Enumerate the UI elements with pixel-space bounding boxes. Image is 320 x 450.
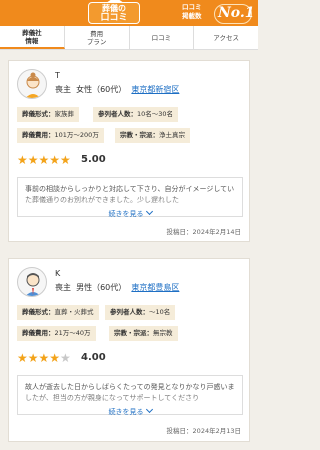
- reviewer-name: T: [55, 71, 60, 80]
- tag-value: 10名〜30名: [137, 110, 174, 118]
- reviewer-location-link[interactable]: 東京都新宿区: [131, 85, 179, 94]
- tag-value: 無宗教: [153, 329, 173, 337]
- avatar-male-icon: [17, 267, 47, 297]
- reviewer-gender-age: 女性（60代）: [76, 85, 127, 94]
- read-more-button[interactable]: 続きを見る: [9, 207, 251, 219]
- badge-line1: 口コミ: [182, 3, 202, 11]
- post-date: 投稿日：2024年2月14日: [166, 228, 241, 236]
- religion-tag: 宗教・宗派：浄土真宗: [115, 128, 190, 143]
- tag-value: 家族葬: [54, 110, 75, 118]
- tag-label: 宗教・宗派：: [114, 329, 153, 337]
- tag-label: 宗教・宗派：: [120, 131, 159, 139]
- logo-roof-icon: [106, 0, 124, 3]
- tag-label: 葬儀費用：: [22, 131, 55, 139]
- reviewer-role: 喪主: [55, 85, 71, 94]
- reviewer-meta: 喪主 男性（60代） 東京都豊島区: [55, 282, 179, 293]
- tag-value: 21万〜40万: [54, 329, 91, 337]
- tag-label: 葬儀形式：: [22, 110, 55, 118]
- star-icons-filled: ★★★★: [17, 351, 61, 365]
- logo-line1: 葬儀の: [102, 4, 126, 13]
- read-more-button[interactable]: 続きを見る: [9, 405, 251, 417]
- site-header: 葬儀の 口コミ 口コミ 掲載数 No.1: [0, 0, 258, 26]
- review-card: T 喪主 女性（60代） 東京都新宿区 葬儀形式：家族葬 参列者人数：10名〜3…: [8, 60, 250, 242]
- tag-label: 参列者人数：: [110, 308, 149, 316]
- tab-label: 費用 プラン: [86, 29, 107, 46]
- attendees-tag: 参列者人数：〜10名: [105, 305, 176, 320]
- read-more-label: 続きを見る: [108, 210, 144, 218]
- attendees-tag: 参列者人数：10名〜30名: [93, 107, 179, 122]
- tag-value: 浄土真宗: [159, 131, 185, 139]
- star-icons-filled: ★★★★★: [17, 153, 71, 167]
- tab-cost-plans[interactable]: 費用 プラン: [65, 26, 130, 49]
- review-card: K 喪主 男性（60代） 東京都豊島区 葬儀形式：直葬・火葬式 参列者人数：〜1…: [8, 258, 250, 442]
- ranking-badge: 口コミ 掲載数 No.1: [178, 2, 255, 24]
- funeral-type-tag: 葬儀形式：直葬・火葬式: [17, 305, 99, 320]
- rating-score: 4.00: [81, 352, 106, 363]
- rating-stars: ★★★★★: [17, 351, 71, 365]
- tag-label: 参列者人数：: [98, 110, 137, 118]
- tag-value: 101万〜200万: [54, 131, 99, 139]
- chevron-down-icon: [145, 405, 153, 414]
- read-more-label: 続きを見る: [108, 408, 144, 416]
- tab-label: アクセス: [213, 33, 239, 42]
- tab-label: 葬儀社 情報: [22, 28, 42, 45]
- religion-tag: 宗教・宗派：無宗教: [109, 326, 178, 341]
- tab-company-info[interactable]: 葬儀社 情報: [0, 26, 65, 49]
- section-tabs: 葬儀社 情報 費用 プラン 口コミ アクセス: [0, 26, 258, 50]
- cost-tag: 葬儀費用：21万〜40万: [17, 326, 96, 341]
- reviewer-location-link[interactable]: 東京都豊島区: [131, 283, 179, 292]
- chevron-down-icon: [145, 207, 153, 216]
- reviewer-name: K: [55, 269, 61, 278]
- badge-rank: No.1: [218, 5, 255, 21]
- tag-value: 直葬・火葬式: [54, 308, 94, 316]
- star-icons-empty: ★: [60, 351, 71, 365]
- badge-line2: 掲載数: [182, 12, 202, 20]
- tab-access[interactable]: アクセス: [194, 26, 258, 49]
- tab-reviews[interactable]: 口コミ: [130, 26, 195, 49]
- avatar-female-icon: [17, 69, 47, 99]
- tag-label: 葬儀費用：: [22, 329, 55, 337]
- post-date: 投稿日：2024年2月13日: [166, 427, 241, 435]
- tab-label: 口コミ: [151, 33, 172, 42]
- tag-label: 葬儀形式：: [22, 308, 55, 316]
- tag-value: 〜10名: [149, 308, 171, 316]
- reviewer-meta: 喪主 女性（60代） 東京都新宿区: [55, 84, 179, 95]
- funeral-type-tag: 葬儀形式：家族葬: [17, 107, 79, 122]
- reviewer-role: 喪主: [55, 283, 71, 292]
- rating-score: 5.00: [81, 154, 106, 165]
- site-logo[interactable]: 葬儀の 口コミ: [88, 0, 140, 24]
- cost-tag: 葬儀費用：101万〜200万: [17, 128, 104, 143]
- rating-stars: ★★★★★: [17, 153, 71, 167]
- reviewer-gender-age: 男性（60代）: [76, 283, 127, 292]
- logo-line2: 口コミ: [100, 13, 128, 23]
